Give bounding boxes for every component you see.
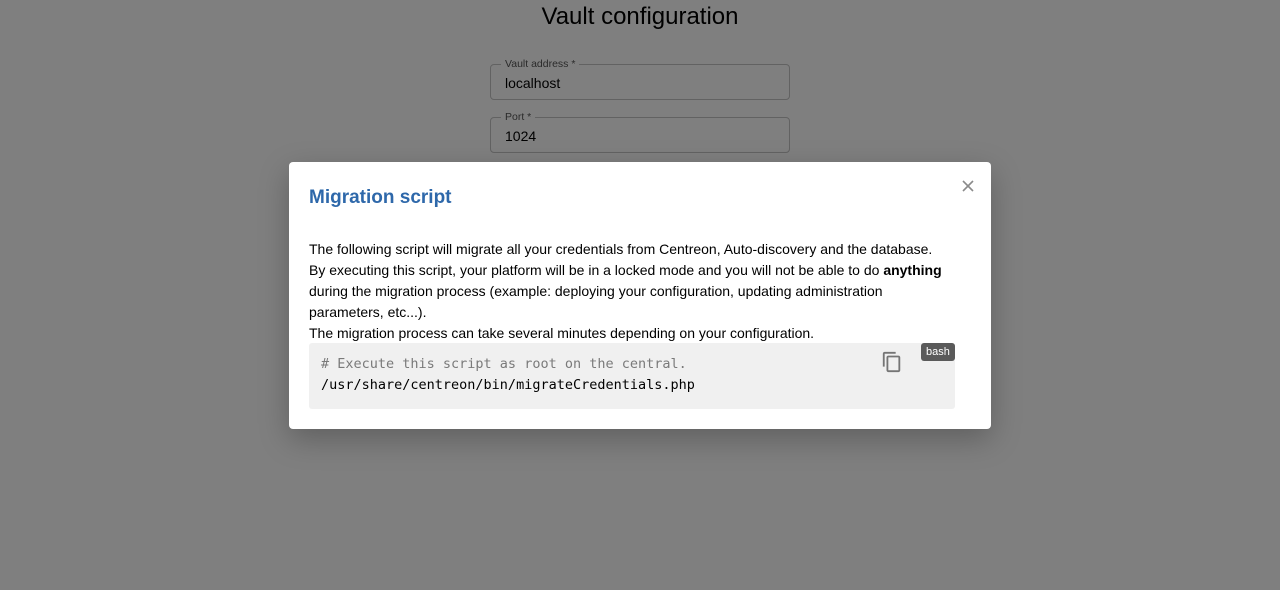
paragraph-2-end: during the migration process (example: d…: [309, 283, 883, 320]
code-block: # Execute this script as root on the cen…: [309, 343, 955, 409]
paragraph-2-start: By executing this script, your platform …: [309, 262, 884, 278]
copy-button[interactable]: [881, 351, 903, 373]
paragraph-2-emphasis: anything: [883, 262, 942, 278]
close-icon: [959, 177, 977, 195]
description-paragraph-2: By executing this script, your platform …: [309, 260, 949, 323]
language-badge: bash: [921, 343, 955, 361]
dialog-description: The following script will migrate all yo…: [309, 239, 949, 344]
close-button[interactable]: [959, 177, 977, 195]
code-command[interactable]: /usr/share/centreon/bin/migrateCredentia…: [321, 375, 695, 396]
copy-icon: [881, 351, 903, 377]
description-paragraph-1: The following script will migrate all yo…: [309, 241, 933, 257]
migration-script-dialog: Migration script The following script wi…: [289, 162, 991, 429]
dialog-title: Migration script: [309, 187, 452, 208]
code-comment: # Execute this script as root on the cen…: [321, 356, 687, 372]
description-paragraph-3: The migration process can take several m…: [309, 325, 815, 341]
